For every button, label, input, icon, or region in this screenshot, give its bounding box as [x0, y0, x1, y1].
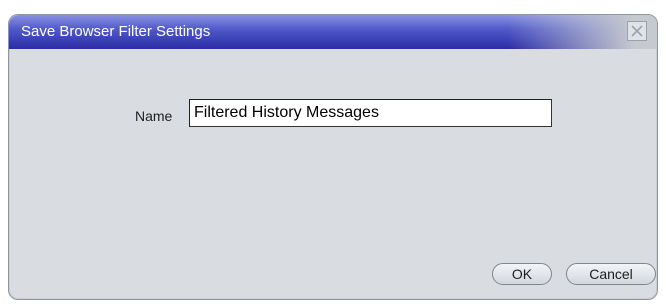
name-input[interactable] [189, 99, 552, 127]
save-filter-dialog: Save Browser Filter Settings Name OK Can… [8, 14, 658, 300]
close-button[interactable] [627, 21, 647, 41]
dialog-title: Save Browser Filter Settings [21, 23, 211, 40]
dialog-titlebar[interactable]: Save Browser Filter Settings [9, 15, 657, 49]
name-label: Name [135, 108, 173, 124]
ok-button[interactable]: OK [492, 263, 552, 285]
cancel-button[interactable]: Cancel [566, 263, 656, 285]
close-icon [631, 25, 643, 37]
